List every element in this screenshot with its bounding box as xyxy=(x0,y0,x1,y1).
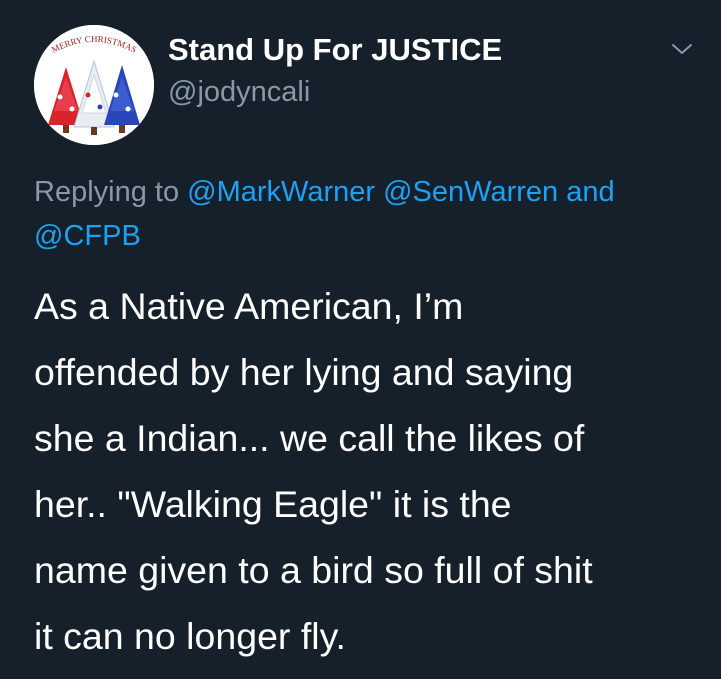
tweet-text-line: name given to a bird so full of shit xyxy=(34,549,593,591)
avatar[interactable]: MERRY CHRISTMAS xyxy=(34,25,154,145)
author-display-name[interactable]: Stand Up For JUSTICE xyxy=(168,32,502,68)
author-handle[interactable]: @jodyncali xyxy=(168,76,310,109)
tweet-text-line: offended by her lying and saying xyxy=(34,351,574,393)
mention-link-senwarren[interactable]: @SenWarren xyxy=(383,176,558,208)
mention-conjunction[interactable]: and xyxy=(566,176,614,208)
chevron-down-icon[interactable] xyxy=(670,40,694,58)
christmas-trees-image: MERRY CHRISTMAS xyxy=(34,25,154,145)
tweet-text-line: she a Indian... we call the likes of xyxy=(34,417,585,459)
replying-to-label: Replying to xyxy=(34,176,180,208)
tweet: MERRY CHRISTMAS Stand Up For JUSTICE @jo… xyxy=(0,0,721,679)
mention-link-cfpb[interactable]: @CFPB xyxy=(34,220,141,252)
tweet-text-line: it can no longer fly. xyxy=(34,615,346,657)
tweet-text-line: her.. "Walking Eagle" it is the xyxy=(34,483,512,525)
replying-to: Replying to @MarkWarner @SenWarren and @… xyxy=(34,170,694,258)
tweet-text: As a Native American, I’m offended by he… xyxy=(34,273,704,669)
mention-link-markwarner[interactable]: @MarkWarner xyxy=(187,176,375,208)
tweet-text-line: As a Native American, I’m xyxy=(34,285,464,327)
